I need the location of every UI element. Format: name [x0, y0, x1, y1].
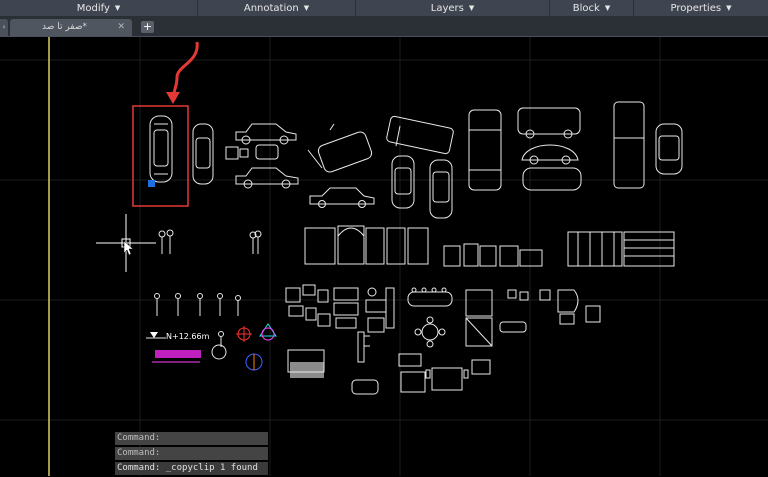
van-side-view-block[interactable] — [517, 107, 581, 139]
selected-car-block[interactable] — [149, 115, 173, 183]
annotation-panel[interactable]: Annotation ▼ — [198, 0, 356, 16]
bathtub-block[interactable] — [351, 379, 379, 395]
start-tab[interactable]: › — [0, 19, 8, 36]
chair-column-block[interactable] — [357, 331, 370, 363]
command-history-line: Command: — [115, 432, 268, 445]
round-table-block[interactable] — [414, 316, 446, 348]
sink-stove-block[interactable] — [333, 287, 359, 329]
modify-panel[interactable]: Modify ▼ — [0, 0, 198, 16]
car-rear-view-block[interactable] — [522, 167, 582, 191]
window-elevations-block[interactable] — [443, 243, 543, 267]
people-figures-block[interactable] — [249, 230, 262, 254]
grip-icon[interactable] — [148, 180, 155, 187]
dropdown-arrow-icon: ▼ — [726, 4, 732, 12]
car-top-view-block[interactable] — [429, 159, 453, 219]
command-history-line: Command: — [115, 447, 268, 460]
striped-panel-block[interactable] — [623, 231, 675, 267]
target-symbol-icon[interactable] — [236, 326, 252, 342]
annotation-arrow — [171, 41, 199, 101]
magenta-hatch-legend — [152, 350, 201, 363]
dropdown-arrow-icon: ▼ — [303, 4, 310, 12]
compass-symbol-icon[interactable] — [245, 353, 263, 371]
command-current-line: Command: _copyclip 1 found — [115, 462, 268, 475]
file-tab-bar: › صفر تا صد* ✕ + — [0, 17, 768, 37]
car-side-view-block[interactable] — [235, 123, 297, 145]
elevation-marker-block[interactable] — [146, 332, 166, 339]
dropdown-arrow-icon: ▼ — [468, 4, 475, 12]
dining-table-block[interactable] — [407, 287, 453, 307]
kitchen-counter-block[interactable] — [287, 349, 325, 378]
layers-panel[interactable]: Layers ▼ — [356, 0, 550, 16]
drawing-canvas[interactable]: N+12.66m — [0, 37, 768, 476]
layers-panel-label: Layers — [430, 2, 464, 14]
van-top-view-block[interactable] — [386, 115, 454, 155]
car-top-view-block[interactable] — [192, 123, 214, 185]
block-panel[interactable]: Block ▼ — [550, 0, 634, 16]
elevation-label: N+12.66m — [166, 332, 210, 341]
properties-panel-label: Properties — [670, 2, 722, 14]
block-panel-label: Block — [572, 2, 600, 14]
pickup-truck-top-block[interactable] — [613, 101, 645, 189]
command-line-window[interactable]: Command: Command: Command: _copyclip 1 f… — [115, 432, 268, 477]
close-tab-icon[interactable]: ✕ — [117, 19, 125, 36]
modify-panel-label: Modify — [76, 2, 110, 14]
annotation-panel-label: Annotation — [243, 2, 299, 14]
kitchen-appliances-block[interactable] — [285, 284, 331, 327]
truck-top-view-block[interactable] — [468, 109, 502, 191]
properties-panel[interactable]: Properties ▼ — [634, 0, 768, 16]
annotation-arrow-head — [166, 92, 180, 104]
sedan-side-block[interactable] — [309, 187, 375, 208]
table-chairs-block[interactable] — [425, 359, 491, 391]
dropdown-arrow-icon: ▼ — [604, 4, 611, 12]
north-arrow-icon[interactable] — [259, 323, 277, 341]
sanitary-fixtures-block[interactable] — [365, 287, 395, 333]
ribbon-panel-bar: Modify ▼ Annotation ▼ Layers ▼ Block ▼ Prope… — [0, 0, 768, 17]
document-tab[interactable]: صفر تا صد* ✕ — [10, 19, 132, 36]
fence-railing-block[interactable] — [567, 231, 623, 267]
office-furniture-block[interactable] — [499, 289, 551, 333]
bedroom-plan-block[interactable] — [465, 289, 493, 347]
piano-block[interactable] — [557, 289, 601, 325]
wood-floor-block[interactable] — [398, 353, 426, 393]
car-side-view-block[interactable] — [235, 167, 299, 189]
document-tab-title: صفر تا صد* — [42, 22, 87, 32]
dropdown-arrow-icon: ▼ — [114, 4, 121, 12]
new-tab-button[interactable]: + — [141, 21, 154, 33]
standing-people-block[interactable] — [154, 293, 241, 317]
door-elevations-block[interactable] — [304, 225, 429, 265]
car-top-view-block[interactable] — [391, 155, 415, 209]
selected-block-highlight[interactable] — [132, 105, 189, 207]
people-figures-block[interactable] — [158, 229, 174, 254]
car-open-doors-block[interactable] — [307, 123, 373, 174]
wheelchair-icon[interactable] — [211, 331, 227, 360]
